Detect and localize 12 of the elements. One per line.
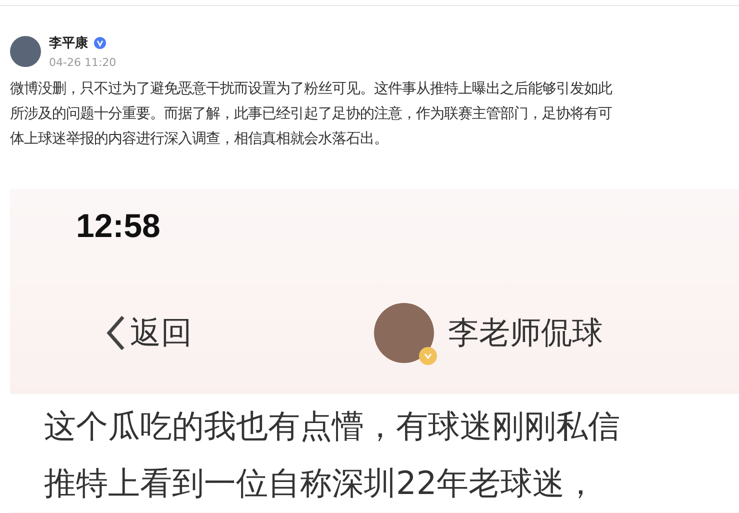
message-text-line: 这个瓜吃的我也有点懵，有球迷刚刚私信: [44, 406, 620, 447]
post-time: 04-26 11:20: [49, 56, 116, 69]
author-name[interactable]: 李平康: [49, 34, 88, 52]
post-text-line: 所涉及的问题十分重要。而据了解，此事已经引起了足协的注意，作为联赛主管部门，足协将有可: [10, 104, 612, 124]
post-text-line: 体上球迷举报的内容进行深入调查，相信真相就会水落石出。: [10, 130, 388, 149]
account-name: 李老师侃球: [448, 314, 603, 353]
post-text-line: 微博没删，只不过为了避免恶意干扰而设置为了粉丝可见。这件事从推特上曝出之后能够引发如此: [10, 80, 612, 99]
message-text-line: 推特上看到一位自称深圳22年老球迷，: [44, 463, 597, 504]
avatar[interactable]: [10, 36, 41, 67]
back-button[interactable]: 返回: [106, 312, 192, 354]
chevron-left-icon: [106, 314, 126, 352]
status-clock: 12:58: [76, 207, 160, 245]
